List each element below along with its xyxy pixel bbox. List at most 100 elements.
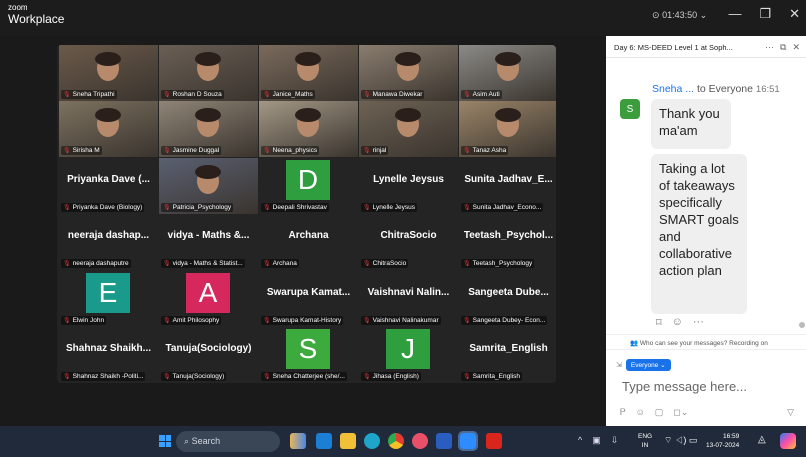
participant-tile[interactable]: E 🎙 Elwin John	[59, 271, 158, 327]
participant-name: Janice_Maths	[272, 91, 313, 98]
recipient-selector[interactable]: Everyone ⌄	[625, 359, 671, 371]
tray-app-icon[interactable]: ▣	[592, 435, 601, 446]
edge-icon[interactable]	[364, 433, 380, 449]
participant-name: Vaishnavi Nalinakumar	[372, 317, 439, 324]
participant-name-label: 🎙 neeraja dashaputre	[61, 259, 131, 268]
file-icon[interactable]: ▢	[655, 407, 664, 418]
participant-tile[interactable]: Sunita Jadhav_E... 🎙 Sunita Jadhav_Econo..…	[459, 158, 556, 214]
mail-icon[interactable]	[316, 433, 332, 449]
screenshot-icon[interactable]: ◻⌄	[673, 407, 688, 418]
maximize-button[interactable]: ❐	[759, 6, 771, 22]
participant-tile[interactable]: 🎙 Sirisha M	[59, 101, 158, 157]
participant-display-name: Swarupa Kamat...	[266, 287, 351, 298]
acrobat-icon[interactable]	[486, 433, 502, 449]
network-volume-battery-icons[interactable]: ⌔ ◁) ▭	[664, 435, 697, 446]
emoji-icon[interactable]: ☺	[672, 316, 683, 329]
taskbar-search[interactable]: ⌕ Search	[176, 431, 280, 452]
participant-tile[interactable]: 🎙 Tanaz Asha	[459, 101, 556, 157]
participant-display-name: neeraja dashap...	[67, 230, 150, 241]
participant-tile[interactable]: ChitraSocio 🎙 ChitraSocio	[359, 214, 458, 270]
message-actions: ⌑ ☺ ···	[656, 316, 704, 329]
language-indicator[interactable]: ENG IN	[638, 432, 652, 450]
chrome-icon[interactable]	[388, 433, 404, 449]
participant-tile[interactable]: Shahnaz Shaikh... 🎙 Shahnaz Shaikh -Politi…	[59, 327, 158, 383]
send-icon[interactable]: ▽	[787, 407, 794, 418]
participant-tile[interactable]: 🎙 Neena_physics	[259, 101, 358, 157]
participant-tile[interactable]: Swarupa Kamat... 🎙 Swarupa Kamat-History	[259, 271, 358, 327]
message-sender[interactable]: Sneha ...	[652, 83, 694, 95]
participant-name-label: 🎙 Vaishnavi Nalinakumar	[361, 316, 441, 325]
participant-tile[interactable]: 🎙 Roshan D Souza	[159, 45, 258, 101]
participant-tile[interactable]: D 🎙 Deepali Shrivastav	[259, 158, 358, 214]
windows-start-icon[interactable]	[159, 435, 171, 447]
participant-tile[interactable]: 🎙 Sneha Tripathi	[59, 45, 158, 101]
privacy-notice[interactable]: 👥 Who can see your messages? Recording o…	[606, 334, 806, 350]
participant-name-label: 🎙 Neena_physics	[261, 146, 320, 155]
notification-icon[interactable]: ◬	[758, 434, 766, 445]
participant-name-label: 🎙 Shahnaz Shaikh -Politi...	[61, 372, 146, 381]
system-tray: ^ ▣ ⇩	[578, 435, 618, 446]
participant-name: Archana	[272, 260, 297, 267]
participant-hair	[495, 108, 521, 122]
meeting-timer[interactable]: ⊙ 01:43:50 ⌄	[652, 10, 707, 21]
participant-name: ChitraSocio	[372, 260, 407, 267]
zoom-icon[interactable]	[458, 431, 478, 451]
participant-tile[interactable]: 🎙 rinjal	[359, 101, 458, 157]
participant-tile[interactable]: 🎙 Patricia_Psychology	[159, 158, 258, 214]
participant-tile[interactable]: Vaishnavi Nalin... 🎙 Vaishnavi Nalinakumar	[359, 271, 458, 327]
participant-name-label: 🎙 Janice_Maths	[261, 90, 315, 99]
participant-display-name: vidya - Maths &...	[167, 230, 250, 241]
mic-muted-icon: 🎙	[463, 318, 471, 324]
participant-name: Manawa Diwekar	[372, 91, 423, 98]
participant-tile[interactable]: Samrita_English 🎙 Samrita_English	[459, 327, 556, 383]
popout-icon[interactable]: ⧉	[780, 42, 786, 53]
usb-icon[interactable]: ⇩	[611, 435, 619, 446]
participant-name: Sirisha M	[72, 147, 100, 154]
participant-tile[interactable]: Teetash_Psychol... 🎙 Teetash_Psychology	[459, 214, 556, 270]
emoji-icon[interactable]: ☺	[636, 407, 645, 418]
participant-tile[interactable]: J 🎙 Jihasa (English)	[359, 327, 458, 383]
participant-hair	[195, 165, 221, 179]
reply-icon[interactable]: ⌑	[656, 316, 662, 329]
message-input[interactable]	[622, 376, 797, 396]
participant-tile[interactable]: 🎙 Jasmine Duggal	[159, 101, 258, 157]
widgets-icon[interactable]	[290, 433, 306, 449]
participant-tile[interactable]: 🎙 Janice_Maths	[259, 45, 358, 101]
participant-tile[interactable]: vidya - Maths &... 🎙 vidya - Maths & Stati…	[159, 214, 258, 270]
minimize-button[interactable]: —	[728, 6, 741, 22]
participant-name: Jasmine Duggal	[172, 147, 220, 154]
participant-avatar: E	[86, 273, 130, 313]
participant-tile[interactable]: 🎙 Manawa Diwekar	[359, 45, 458, 101]
participant-name-label: 🎙 Lynelle Jeysus	[361, 203, 418, 212]
participant-tile[interactable]: neeraja dashap... 🎙 neeraja dashaputre	[59, 214, 158, 270]
participant-tile[interactable]: Sangeeta Dube... 🎙 Sangeeta Dubey- Econ...	[459, 271, 556, 327]
participant-tile[interactable]: Priyanka Dave (... 🎙 Priyanka Dave (Biolog…	[59, 158, 158, 214]
participant-name: Deepali Shrivastav	[272, 204, 327, 211]
file-explorer-icon[interactable]	[340, 433, 356, 449]
mic-muted-icon: 🎙	[63, 148, 71, 154]
mic-muted-icon: 🎙	[263, 92, 271, 98]
format-icon[interactable]: Ꮲ	[620, 407, 626, 418]
more-icon[interactable]: ···	[765, 42, 774, 53]
word-icon[interactable]	[436, 433, 452, 449]
participant-tile[interactable]: 🎙 Asim Auti	[459, 45, 556, 101]
scrollbar-thumb[interactable]	[799, 322, 805, 328]
copilot-icon[interactable]	[780, 433, 796, 449]
close-button[interactable]: ✕	[789, 6, 800, 22]
participant-name-label: 🎙 Sunita Jadhav_Econo...	[461, 203, 544, 212]
chevron-up-icon[interactable]: ^	[578, 435, 582, 446]
mic-muted-icon: 🎙	[363, 205, 371, 211]
participant-hair	[195, 108, 221, 122]
participant-tile[interactable]: S 🎙 Sneha Chatterjee (she/...	[259, 327, 358, 383]
participant-tile[interactable]: A 🎙 Amit Philosophy	[159, 271, 258, 327]
to-icon: ⇲	[616, 362, 622, 369]
participant-name: Shahnaz Shaikh -Politi...	[72, 373, 144, 380]
close-icon[interactable]: ✕	[792, 42, 800, 53]
participant-tile[interactable]: Tanuja(Sociology) 🎙 Tanuja(Sociology)	[159, 327, 258, 383]
video-area: 🎙 Sneha Tripathi 🎙 Roshan D Souza 🎙 Janice_Ma…	[0, 36, 603, 426]
participant-tile[interactable]: Archana 🎙 Archana	[259, 214, 358, 270]
participant-tile[interactable]: Lynelle Jeysus 🎙 Lynelle Jeysus	[359, 158, 458, 214]
taskbar-clock[interactable]: 16:59 13-07-2024	[706, 432, 739, 450]
photos-icon[interactable]	[412, 433, 428, 449]
more-icon[interactable]: ···	[693, 316, 704, 329]
